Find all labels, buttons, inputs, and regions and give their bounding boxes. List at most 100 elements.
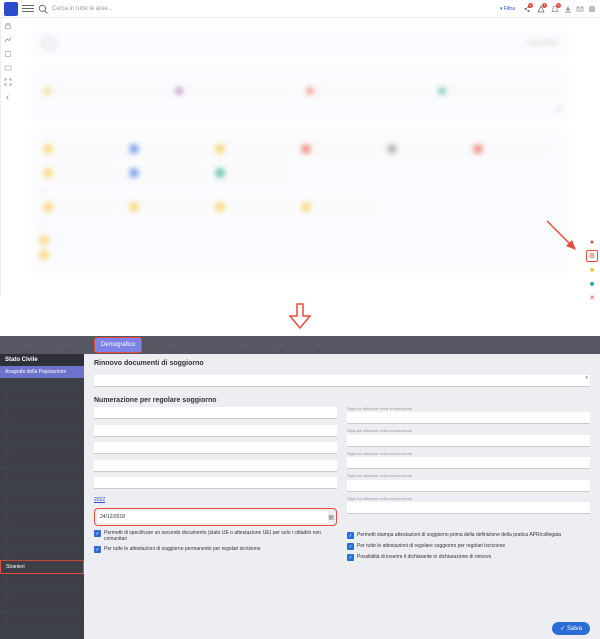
- sidebar-item[interactable]: ...: [0, 574, 84, 587]
- tab-item[interactable]: ...: [162, 338, 179, 352]
- tool-icon-2[interactable]: ■: [586, 278, 598, 290]
- module-item[interactable]: [298, 198, 378, 216]
- sidebar-item[interactable]: ...: [0, 430, 84, 443]
- list-item[interactable]: ...: [40, 247, 560, 262]
- search-input[interactable]: Cerca in tutte le aree...: [52, 6, 493, 12]
- dropdown-icon[interactable]: ▾: [585, 375, 588, 381]
- tab-demografico[interactable]: Demografico: [94, 337, 142, 353]
- sidebar-item[interactable]: ...: [0, 443, 84, 456]
- tab-item[interactable]: ...: [199, 338, 216, 352]
- text-input[interactable]: [94, 425, 337, 437]
- pin-icon[interactable]: ●: [586, 236, 598, 248]
- module-item[interactable]: [212, 198, 292, 216]
- sidebar-item[interactable]: ...: [0, 391, 84, 404]
- tool-icon-1[interactable]: ■: [586, 264, 598, 276]
- text-input[interactable]: [347, 502, 590, 514]
- sidebar-item[interactable]: ...: [0, 626, 84, 639]
- expand-icon[interactable]: [4, 78, 12, 86]
- rail-icon-1[interactable]: [4, 22, 12, 30]
- module-item[interactable]: [40, 198, 120, 216]
- sidebar-item[interactable]: ...: [0, 456, 84, 469]
- sidebar-item[interactable]: ...: [0, 482, 84, 495]
- sidebar-item-stranieri[interactable]: Stranieri: [0, 560, 84, 574]
- tool-icon-3[interactable]: ✕: [586, 292, 598, 304]
- sidebar-item[interactable]: ...: [0, 469, 84, 482]
- gear-icon[interactable]: ⚙: [586, 250, 598, 262]
- sidebar-item[interactable]: ...: [0, 613, 84, 626]
- sidebar-item[interactable]: ...: [0, 495, 84, 508]
- year-link[interactable]: 2022: [94, 497, 105, 503]
- section-title: Numerazione per regolare soggiorno: [94, 397, 590, 404]
- sidebar-item[interactable]: ...: [0, 534, 84, 547]
- rail-icon-3[interactable]: [4, 50, 12, 58]
- sidebar-item[interactable]: ...: [0, 508, 84, 521]
- sidebar-item[interactable]: ...: [0, 587, 84, 600]
- save-button[interactable]: ✓ Salva: [552, 622, 590, 635]
- status-item[interactable]: ...: [303, 84, 429, 98]
- status-item[interactable]: ...: [435, 84, 561, 98]
- sidebar-item[interactable]: ...: [0, 378, 84, 391]
- list-item[interactable]: ...: [40, 232, 560, 247]
- module-item[interactable]: [212, 140, 292, 158]
- sidebar-item[interactable]: ...: [0, 547, 84, 560]
- mail-icon[interactable]: [576, 5, 584, 13]
- module-item[interactable]: [298, 140, 378, 158]
- checkbox-row[interactable]: ✓Possibilità di inserire il dichiarante …: [347, 554, 590, 561]
- text-input[interactable]: [94, 460, 337, 472]
- tab-item[interactable]: ...: [236, 338, 253, 352]
- module-item[interactable]: [212, 164, 292, 182]
- filter-button[interactable]: ▾ Filtra: [497, 5, 518, 13]
- checkbox-icon[interactable]: ✓: [94, 530, 101, 537]
- module-item[interactable]: [40, 140, 120, 158]
- text-input[interactable]: [347, 457, 590, 469]
- checkbox-row[interactable]: ✓Per tutte le attestazioni di soggiorno …: [94, 546, 337, 553]
- module-item[interactable]: [470, 140, 550, 158]
- tab-item[interactable]: ...: [20, 338, 37, 352]
- checkbox-icon[interactable]: ✓: [347, 543, 354, 550]
- text-input[interactable]: [94, 477, 337, 489]
- text-input[interactable]: [347, 412, 590, 424]
- text-input[interactable]: [94, 407, 337, 419]
- tab-item[interactable]: ...: [310, 338, 327, 352]
- rail-icon-2[interactable]: [4, 36, 12, 44]
- down-arrow-icon: [288, 302, 312, 330]
- checkbox-icon[interactable]: ✓: [94, 546, 101, 553]
- module-item[interactable]: [126, 198, 206, 216]
- sidebar-item[interactable]: ...: [0, 521, 84, 534]
- text-input[interactable]: [94, 375, 590, 387]
- module-item[interactable]: [40, 164, 120, 182]
- search-icon[interactable]: [38, 4, 48, 14]
- checkbox-row[interactable]: ✓Permetti stampa attestazioni di soggior…: [347, 532, 590, 539]
- sidebar-item[interactable]: ...: [0, 600, 84, 613]
- status-item[interactable]: ...: [172, 84, 298, 98]
- hamburger-icon[interactable]: [22, 3, 34, 15]
- download-icon[interactable]: [564, 5, 572, 13]
- chevron-left-icon[interactable]: ‹: [4, 92, 12, 100]
- calendar-icon[interactable]: ▦: [328, 514, 334, 521]
- sidebar-item[interactable]: ...: [0, 417, 84, 430]
- sidebar-subtitle[interactable]: Anagrafe della Popolazione: [0, 366, 84, 378]
- checkbox-icon[interactable]: ✓: [347, 554, 354, 561]
- notif-icon-2[interactable]: 1: [536, 4, 546, 14]
- checkbox-icon[interactable]: ✓: [347, 532, 354, 539]
- expand-icon[interactable]: ◢: [40, 106, 560, 112]
- sidebar-item[interactable]: ...: [0, 404, 84, 417]
- text-input[interactable]: [347, 480, 590, 492]
- text-input[interactable]: [94, 442, 337, 454]
- date-input[interactable]: [97, 511, 328, 523]
- module-item[interactable]: [384, 140, 464, 158]
- rail-icon-4[interactable]: [4, 64, 12, 72]
- tab-item[interactable]: ...: [57, 338, 74, 352]
- notif-icon-1[interactable]: 1: [522, 4, 532, 14]
- annotation-arrow-icon: [542, 216, 582, 256]
- module-item[interactable]: [126, 140, 206, 158]
- module-item[interactable]: [126, 164, 206, 182]
- tab-item[interactable]: ...: [273, 338, 290, 352]
- status-item[interactable]: ...: [40, 84, 166, 98]
- checkbox-row[interactable]: ✓Permetti di specificare un secondo docu…: [94, 530, 337, 542]
- apps-icon[interactable]: [588, 5, 596, 13]
- checkbox-row[interactable]: ✓Per tutte le attestazioni di regolare s…: [347, 543, 590, 550]
- notif-icon-3[interactable]: 1: [550, 4, 560, 14]
- app-logo[interactable]: [4, 2, 18, 16]
- text-input[interactable]: [347, 435, 590, 447]
